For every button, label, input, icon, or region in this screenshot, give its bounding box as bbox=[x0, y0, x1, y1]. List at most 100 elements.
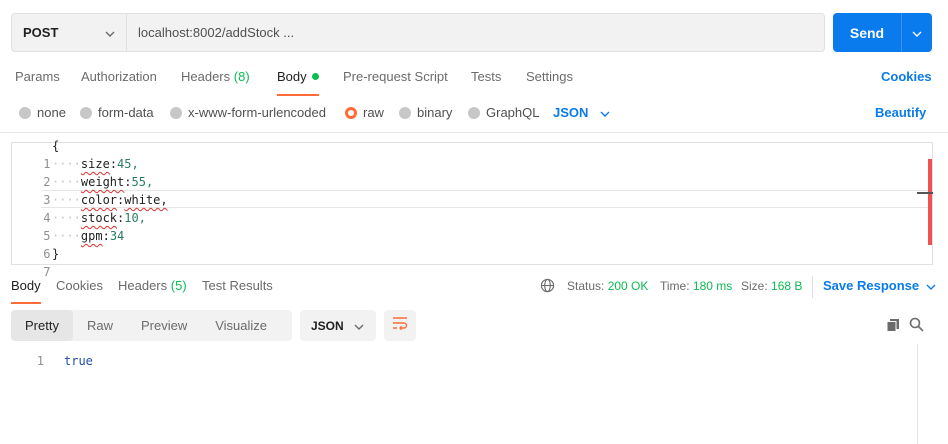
chevron-down-icon bbox=[926, 278, 936, 293]
radio-selected-icon bbox=[345, 106, 357, 119]
save-response-button[interactable]: Save Response bbox=[823, 278, 936, 293]
method-label: POST bbox=[23, 25, 59, 40]
code-value: white, bbox=[124, 193, 168, 207]
radio-circle-icon bbox=[80, 106, 92, 119]
code-key: color bbox=[80, 193, 118, 207]
radio-urlencoded-label: x-www-form-urlencoded bbox=[188, 105, 326, 120]
code-value: 34 bbox=[109, 229, 125, 243]
send-button[interactable]: Send bbox=[833, 13, 932, 52]
response-view-segmented-control: Pretty Raw Preview Visualize bbox=[11, 310, 292, 341]
tab-body-label: Body bbox=[277, 69, 307, 84]
active-tab-indicator bbox=[277, 94, 319, 96]
request-bar: POST localhost:8002/addStock ... bbox=[11, 13, 825, 52]
copy-icon[interactable] bbox=[886, 318, 900, 337]
line-number: 1 bbox=[36, 354, 44, 368]
code-value: 55, bbox=[131, 175, 154, 189]
view-raw[interactable]: Raw bbox=[73, 310, 127, 341]
scroll-marker bbox=[917, 192, 933, 194]
active-response-tab-indicator bbox=[11, 302, 41, 304]
wrap-lines-icon bbox=[392, 316, 408, 335]
radio-circle-icon bbox=[399, 106, 411, 119]
chevron-down-icon bbox=[912, 24, 922, 42]
radio-graphql[interactable]: GraphQL bbox=[468, 105, 539, 120]
response-tab-test-results[interactable]: Test Results bbox=[202, 278, 273, 293]
response-body-value: true bbox=[64, 354, 93, 368]
code-line: 3 ····weight:55, bbox=[0, 173, 153, 207]
radio-form-data[interactable]: form-data bbox=[80, 105, 154, 120]
radio-x-www-form-urlencoded[interactable]: x-www-form-urlencoded bbox=[170, 105, 326, 120]
code-key: weight bbox=[80, 175, 125, 189]
send-label[interactable]: Send bbox=[833, 13, 901, 52]
response-format-select[interactable]: JSON bbox=[300, 310, 376, 341]
code-line: 2 ····size:45, bbox=[0, 155, 139, 189]
code-line: 6 ····gpm:34 bbox=[0, 227, 124, 261]
status-label: Status: bbox=[567, 279, 605, 293]
code-value: 10, bbox=[124, 211, 146, 225]
search-icon[interactable] bbox=[909, 317, 924, 337]
tab-settings[interactable]: Settings bbox=[526, 69, 573, 84]
size-value: 168 B bbox=[771, 279, 803, 293]
chevron-down-icon bbox=[600, 105, 610, 120]
radio-none-label: none bbox=[37, 105, 66, 120]
code-line: 7 } bbox=[0, 245, 59, 279]
cookies-link[interactable]: Cookies bbox=[881, 69, 932, 84]
code-line: 5 ····stock:10, bbox=[0, 209, 146, 243]
radio-raw-label: raw bbox=[363, 105, 384, 120]
radio-binary-label: binary bbox=[417, 105, 453, 120]
chevron-down-icon bbox=[105, 25, 115, 40]
time-label: Time: bbox=[660, 279, 690, 293]
chevron-down-icon bbox=[354, 319, 364, 333]
radio-circle-icon bbox=[19, 106, 31, 119]
response-status: Status: 200 OK bbox=[567, 279, 648, 293]
send-options-button[interactable] bbox=[902, 13, 932, 52]
save-response-label: Save Response bbox=[823, 278, 920, 293]
divider bbox=[917, 344, 918, 444]
view-visualize[interactable]: Visualize bbox=[201, 310, 281, 341]
radio-binary[interactable]: binary bbox=[399, 105, 452, 120]
response-size: Size: 168 B bbox=[741, 279, 802, 293]
code-key: gpm bbox=[80, 229, 103, 243]
response-time: Time: 180 ms bbox=[660, 279, 732, 293]
view-pretty[interactable]: Pretty bbox=[11, 310, 73, 341]
code-text: } bbox=[52, 247, 60, 261]
tab-body[interactable]: Body bbox=[277, 69, 319, 84]
code-line: 1 { bbox=[0, 137, 59, 171]
radio-circle-icon bbox=[468, 106, 480, 119]
code-text: { bbox=[52, 139, 60, 153]
url-input[interactable]: localhost:8002/addStock ... bbox=[138, 14, 294, 51]
current-line-highlight bbox=[41, 190, 932, 208]
tab-headers[interactable]: Headers (8) bbox=[181, 69, 250, 84]
method-select[interactable]: POST bbox=[12, 14, 127, 51]
response-tab-body[interactable]: Body bbox=[11, 278, 41, 293]
response-headers-label: Headers bbox=[118, 278, 168, 293]
status-value: 200 OK bbox=[607, 279, 649, 293]
raw-format-label: JSON bbox=[553, 105, 589, 120]
raw-format-select[interactable]: JSON bbox=[553, 105, 610, 120]
time-value: 180 ms bbox=[692, 279, 733, 293]
tab-headers-count: (8) bbox=[233, 69, 250, 84]
radio-circle-icon bbox=[170, 106, 182, 119]
wrap-lines-button[interactable] bbox=[384, 310, 416, 341]
code-line: 4 ····color:white, bbox=[0, 191, 167, 225]
response-tab-cookies[interactable]: Cookies bbox=[56, 278, 103, 293]
view-preview[interactable]: Preview bbox=[127, 310, 201, 341]
radio-graphql-label: GraphQL bbox=[486, 105, 540, 120]
tab-authorization[interactable]: Authorization bbox=[81, 69, 157, 84]
globe-icon[interactable] bbox=[540, 278, 555, 298]
tab-pre-request-script[interactable]: Pre-request Script bbox=[343, 69, 448, 84]
response-format-label: JSON bbox=[311, 318, 344, 333]
code-key: stock bbox=[80, 211, 118, 225]
radio-raw[interactable]: raw bbox=[345, 105, 384, 120]
divider bbox=[0, 132, 948, 133]
response-tab-headers[interactable]: Headers (5) bbox=[118, 278, 187, 293]
editor-scrollbar[interactable] bbox=[928, 159, 932, 245]
radio-none[interactable]: none bbox=[19, 105, 66, 120]
tab-params[interactable]: Params bbox=[15, 69, 60, 84]
modified-dot-icon bbox=[311, 73, 319, 80]
tab-tests[interactable]: Tests bbox=[471, 69, 501, 84]
size-label: Size: bbox=[741, 279, 768, 293]
code-value: 45, bbox=[117, 157, 139, 171]
divider bbox=[812, 276, 813, 298]
response-headers-count: (5) bbox=[170, 278, 187, 293]
beautify-link[interactable]: Beautify bbox=[875, 105, 926, 120]
